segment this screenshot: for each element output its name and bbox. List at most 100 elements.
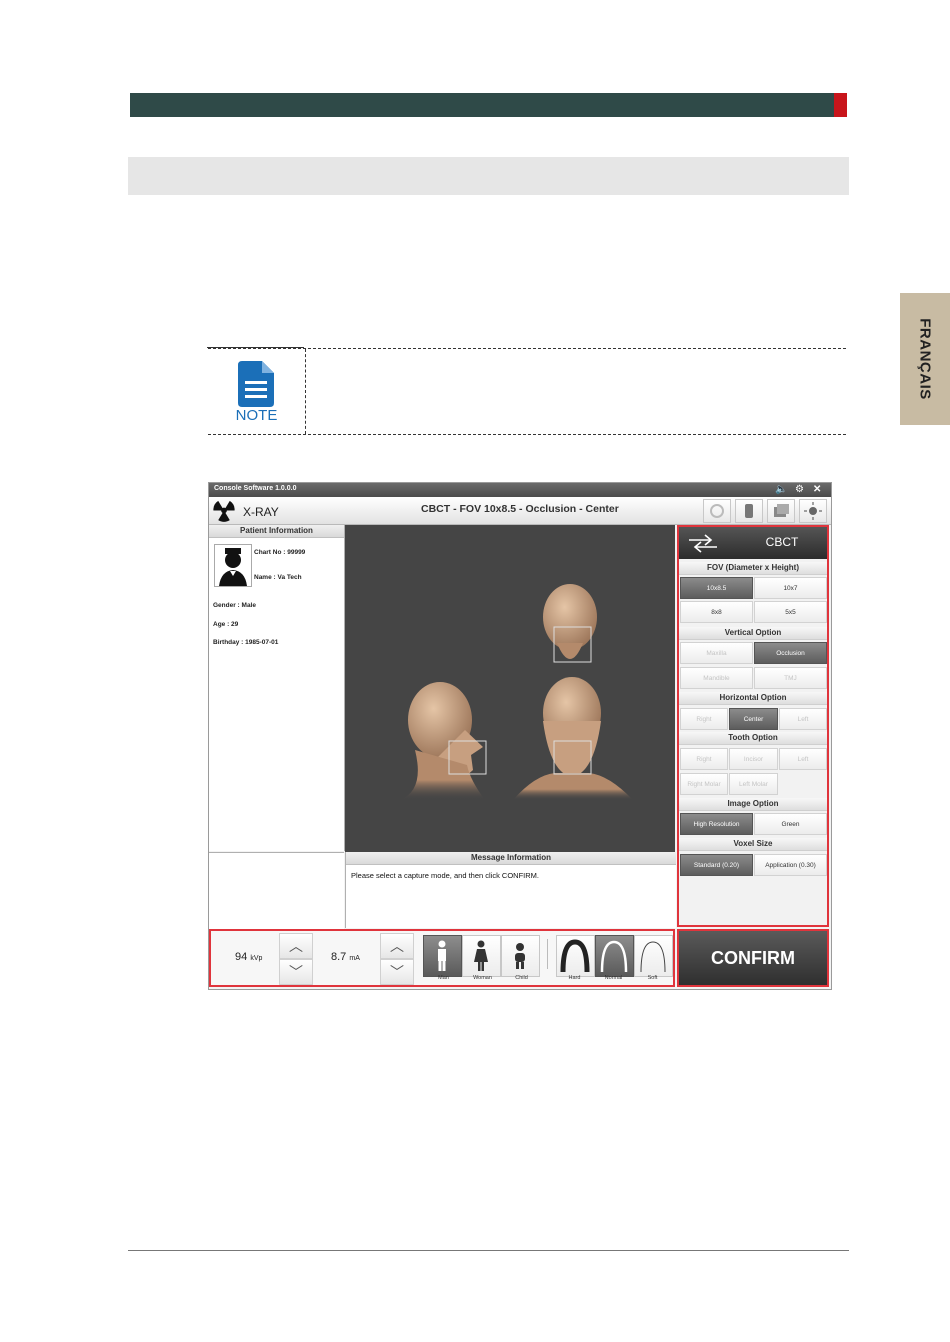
arch-normal-button[interactable] (595, 935, 634, 977)
patient-man-label: Man (438, 975, 449, 981)
confirm-button[interactable]: CONFIRM (677, 929, 829, 987)
tooth-incisor[interactable]: Incisor (729, 748, 778, 770)
normal-arch-icon (600, 940, 628, 973)
fov-heading: FOV (Diameter x Height) (679, 562, 827, 575)
patient-age: Age : 29 (213, 621, 239, 628)
vertical-maxilla[interactable]: Maxilla (680, 642, 753, 664)
arch-normal-label: Normal (604, 975, 623, 981)
section-band (128, 157, 849, 195)
patient-panel-heading: Patient Information (209, 525, 344, 538)
divider (547, 939, 548, 969)
app-header: X-RAY CBCT - FOV 10x8.5 - Occlusion - Ce… (209, 497, 831, 525)
footer-rule (128, 1250, 849, 1251)
exposure-bar: 94 kVp ︿ ﹀ 8.7 mA ︿ ﹀ Man Woman Child Ha… (209, 929, 675, 987)
kvp-down-button[interactable]: ﹀ (279, 959, 313, 985)
header-accent (834, 93, 847, 117)
window-title: Console Software 1.0.0.0 (214, 485, 297, 492)
kvp-readout: 94 kVp (235, 951, 262, 963)
hard-arch-icon (560, 939, 590, 973)
tooth-right-molar[interactable]: Right Molar (680, 773, 728, 795)
vertical-tmj[interactable]: TMJ (754, 667, 827, 689)
soft-arch-icon (640, 941, 666, 973)
voxel-standard[interactable]: Standard (0.20) (680, 854, 753, 876)
volume-icon[interactable]: 🔈 (775, 484, 787, 496)
fov-5x5[interactable]: 5x5 (754, 601, 827, 623)
note-divider (305, 349, 306, 434)
mode-switch-button[interactable]: CBCT (679, 527, 827, 559)
close-icon[interactable]: ✕ (813, 484, 821, 496)
arch-hard-label: Hard (568, 975, 581, 981)
voxel-heading: Voxel Size (679, 838, 827, 851)
ma-unit: mA (349, 955, 360, 962)
capture-mode-title: CBCT - FOV 10x8.5 - Occlusion - Center (421, 503, 619, 515)
left-lower-panel (209, 852, 344, 929)
patient-name: Name : Va Tech (254, 574, 302, 581)
fov-10x8-5[interactable]: 10x8.5 (680, 577, 753, 599)
fov-8x8[interactable]: 8x8 (680, 601, 753, 623)
header-band (130, 93, 834, 117)
message-text: Please select a capture mode, and then c… (351, 871, 539, 880)
note-label: NOTE (235, 407, 278, 424)
layers-icon (774, 504, 789, 517)
side-view-head (400, 682, 487, 800)
power-off-button[interactable] (703, 499, 731, 523)
vertical-mandible[interactable]: Mandible (680, 667, 753, 689)
image-green[interactable]: Green (754, 813, 827, 835)
power-icon (710, 504, 724, 518)
patient-woman-button[interactable] (462, 935, 501, 977)
language-tab-label: FRANÇAIS (916, 318, 934, 400)
ma-value: 8.7 (331, 951, 347, 963)
arch-soft-label: Soft (647, 975, 658, 981)
top-view-head (543, 584, 597, 663)
app-label: X-RAY (243, 505, 279, 519)
horizontal-center[interactable]: Center (729, 708, 778, 730)
horizontal-right[interactable]: Right (680, 708, 728, 730)
lamp-icon (804, 502, 822, 520)
patient-child-button[interactable] (501, 935, 540, 977)
chevron-up-icon: ︿ (289, 938, 303, 954)
tooth-heading: Tooth Option (679, 732, 827, 745)
voxel-application[interactable]: Application (0.30) (754, 854, 827, 876)
arch-soft-button[interactable] (634, 935, 673, 977)
kvp-up-button[interactable]: ︿ (279, 933, 313, 959)
message-panel: Message Information Please select a capt… (345, 852, 676, 928)
child-icon (515, 943, 525, 969)
head-models (400, 584, 633, 800)
front-view-head (513, 677, 633, 800)
image-high-resolution[interactable]: High Resolution (680, 813, 753, 835)
tooth-left-molar[interactable]: Left Molar (729, 773, 778, 795)
ma-down-button[interactable]: ﹀ (380, 959, 414, 985)
ma-up-button[interactable]: ︿ (380, 933, 414, 959)
gear-icon[interactable]: ⚙ (795, 484, 804, 496)
woman-icon (474, 940, 488, 971)
device-button[interactable] (735, 499, 763, 523)
ma-readout: 8.7 mA (331, 951, 360, 963)
patient-child-label: Child (515, 975, 528, 981)
cylinder-icon (745, 504, 753, 518)
avatar (214, 544, 252, 587)
mode-label: CBCT (765, 535, 799, 549)
patient-gender: Gender : Male (213, 602, 256, 609)
console-window: Console Software 1.0.0.0 🔈 ⚙ ✕ X-RAY CBC… (208, 482, 832, 990)
patient-birthday: Birthday : 1985-07-01 (213, 639, 279, 646)
patient-woman-label: Woman (473, 975, 492, 981)
tooth-right[interactable]: Right (680, 748, 728, 770)
fov-10x7[interactable]: 10x7 (754, 577, 827, 599)
kvp-unit: kVp (250, 955, 263, 962)
image-heading: Image Option (679, 798, 827, 811)
vertical-occlusion[interactable]: Occlusion (754, 642, 827, 664)
tooth-left[interactable]: Left (779, 748, 827, 770)
fov-viewer[interactable] (345, 525, 675, 852)
layers-button[interactable] (767, 499, 795, 523)
language-tab: FRANÇAIS (900, 293, 950, 425)
horizontal-left[interactable]: Left (779, 708, 827, 730)
chevron-down-icon: ﹀ (390, 964, 404, 980)
light-button[interactable] (799, 499, 827, 523)
title-bar: Console Software 1.0.0.0 🔈 ⚙ ✕ (209, 483, 831, 497)
capture-options-panel: CBCT FOV (Diameter x Height) 10x8.5 10x7… (677, 525, 829, 927)
patient-man-button[interactable] (423, 935, 462, 977)
radiation-icon (213, 500, 235, 522)
chevron-down-icon: ﹀ (289, 964, 303, 980)
chevron-up-icon: ︿ (390, 938, 404, 954)
arch-hard-button[interactable] (556, 935, 595, 977)
